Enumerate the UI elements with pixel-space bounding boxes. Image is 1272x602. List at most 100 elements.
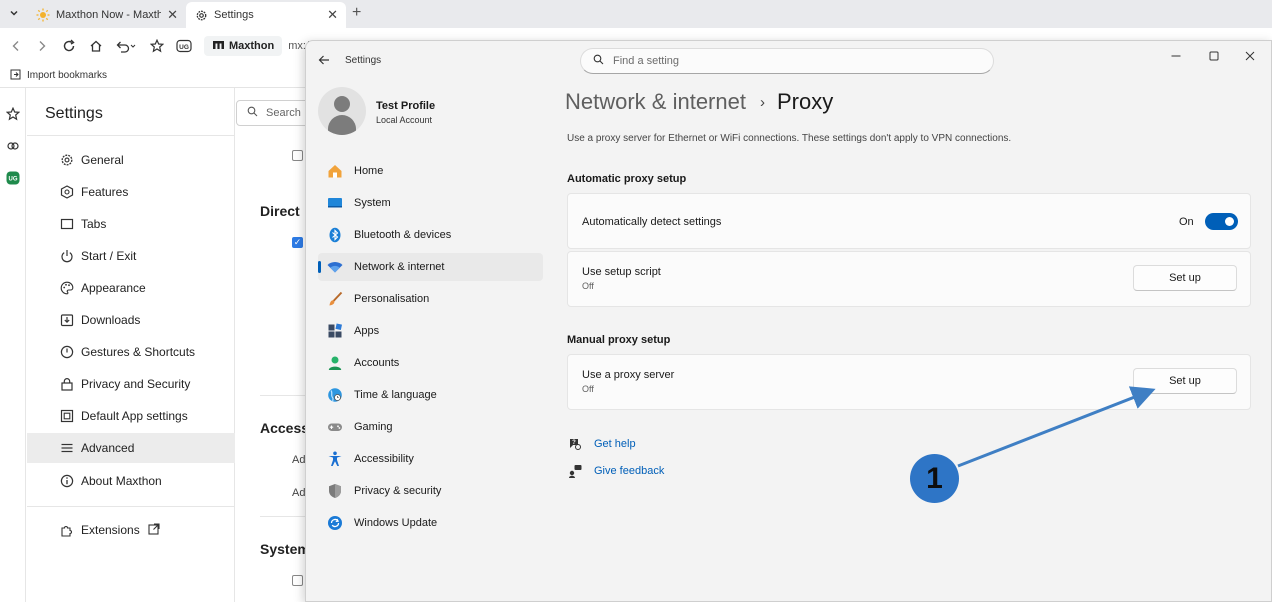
sidebar-item-label: About Maxthon	[81, 474, 162, 488]
lock-icon	[59, 376, 75, 392]
setup-script-button[interactable]: Set up	[1133, 265, 1237, 291]
user-profile[interactable]: Test Profile Local Account	[318, 87, 548, 137]
sidebar-item-downloads[interactable]: Downloads	[27, 305, 235, 335]
back-arrow-icon[interactable]	[318, 54, 330, 69]
nav-item-system[interactable]: System	[318, 189, 543, 217]
sidebar-item-features[interactable]: Features	[27, 177, 235, 207]
nav-item-accounts[interactable]: Accounts	[318, 349, 543, 377]
find-setting-search[interactable]: Find a setting	[580, 48, 994, 74]
sidebar-item-privacy-security[interactable]: Privacy and Security	[27, 369, 235, 399]
sidebar-item-about[interactable]: About Maxthon	[27, 466, 235, 496]
nav-item-network-internet[interactable]: Network & internet	[318, 253, 543, 281]
sidebar-item-label: General	[81, 153, 124, 167]
cloud-sync-icon[interactable]	[5, 138, 21, 154]
maximize-button[interactable]	[1203, 47, 1225, 65]
close-tab-icon[interactable]: ✕	[167, 7, 178, 23]
get-help-link[interactable]: ? Get help	[567, 436, 636, 452]
section-heading-automatic: Automatic proxy setup	[567, 173, 687, 185]
sidebar-item-extensions[interactable]: Extensions	[27, 515, 235, 545]
auto-detect-toggle[interactable]	[1205, 213, 1238, 230]
nav-item-gaming[interactable]: Gaming	[318, 413, 543, 441]
sidebar-item-label: Advanced	[81, 441, 135, 455]
nav-item-privacy-security[interactable]: Privacy & security	[318, 477, 543, 505]
sidebar-item-general[interactable]: General	[27, 145, 235, 175]
setting-checkbox[interactable]	[292, 575, 303, 586]
search-placeholder: Find a setting	[613, 55, 680, 67]
sidebar-item-tabs[interactable]: Tabs	[27, 209, 235, 239]
setting-checkbox-checked[interactable]: ✓	[292, 237, 303, 248]
setting-label: Ad	[292, 487, 306, 499]
auto-detect-label: Automatically detect settings	[582, 216, 722, 228]
give-feedback-link[interactable]: Give feedback	[567, 463, 664, 479]
divider	[260, 395, 306, 396]
sidebar-item-appearance[interactable]: Appearance	[27, 273, 235, 303]
section-heading-manual: Manual proxy setup	[567, 334, 671, 346]
reload-icon[interactable]	[59, 36, 79, 56]
import-bookmarks-link[interactable]: Import bookmarks	[27, 70, 107, 81]
power-icon	[59, 248, 75, 264]
undo-icon[interactable]	[112, 36, 140, 56]
advanced-icon	[59, 440, 75, 456]
nav-label: Accessibility	[354, 453, 414, 465]
nav-label: System	[354, 197, 391, 209]
tab-label: Settings	[214, 9, 254, 21]
back-icon[interactable]	[6, 36, 26, 56]
star-icon[interactable]	[147, 36, 167, 56]
sidebar-item-label: Start / Exit	[81, 249, 137, 263]
maxthon-logo-icon	[212, 39, 225, 53]
nav-item-home[interactable]: Home	[318, 157, 543, 185]
proxy-server-card: Use a proxy server Off Set up	[567, 354, 1251, 410]
forward-icon[interactable]	[32, 36, 52, 56]
sidebar-item-default-app[interactable]: Default App settings	[27, 401, 235, 431]
proxy-server-setup-button[interactable]: Set up	[1133, 368, 1237, 394]
browser-tab-maxthon-now[interactable]: Maxthon Now - Maxtho ✕	[28, 2, 186, 28]
section-heading-direct: Direct	[260, 203, 300, 219]
maxthon-settings-content: Direct ✓ Access Ad Ad System	[236, 88, 310, 602]
breadcrumb-parent-network[interactable]: Network & internet	[565, 89, 746, 115]
setup-script-card: Use setup script Off Set up	[567, 251, 1251, 307]
favorites-star-icon[interactable]	[5, 106, 21, 122]
app-title: Settings	[345, 55, 382, 66]
home-icon[interactable]	[86, 36, 106, 56]
get-help-label: Get help	[594, 438, 636, 450]
nav-item-apps[interactable]: Apps	[318, 317, 543, 345]
info-icon	[59, 473, 75, 489]
home-icon	[326, 163, 343, 180]
shield-icon	[326, 483, 343, 500]
nav-item-windows-update[interactable]: Windows Update	[318, 509, 543, 537]
minimize-button[interactable]	[1165, 47, 1187, 65]
proxy-server-label: Use a proxy server	[582, 369, 675, 381]
close-tab-icon[interactable]: ✕	[327, 7, 338, 23]
maxthon-settings-sidebar: Settings General Features Tabs Start / E…	[27, 88, 235, 602]
ug-extension-icon[interactable]: UG	[174, 36, 194, 56]
close-button[interactable]	[1239, 47, 1261, 65]
selected-indicator	[318, 261, 321, 273]
system-icon	[326, 195, 343, 212]
nav-item-personalisation[interactable]: Personalisation	[318, 285, 543, 313]
search-icon	[593, 54, 604, 68]
annotation-step-badge: 1	[910, 454, 959, 503]
search-icon	[247, 106, 258, 120]
tab-list-dropdown[interactable]	[4, 5, 24, 23]
nav-item-accessibility[interactable]: Accessibility	[318, 445, 543, 473]
divider	[27, 135, 235, 136]
sidebar-item-start-exit[interactable]: Start / Exit	[27, 241, 235, 271]
sidebar-item-label: Default App settings	[81, 409, 188, 423]
nav-item-time-language[interactable]: Time & language	[318, 381, 543, 409]
svg-text:UG: UG	[179, 44, 189, 51]
sidebar-item-gestures-shortcuts[interactable]: Gestures & Shortcuts	[27, 337, 235, 367]
setup-script-label: Use setup script	[582, 266, 661, 278]
download-icon	[59, 312, 75, 328]
setting-checkbox[interactable]	[292, 150, 303, 161]
browser-tab-settings[interactable]: Settings ✕	[186, 2, 346, 28]
globe-icon	[326, 387, 343, 404]
maxthon-search-input[interactable]: Search	[236, 100, 316, 126]
nav-item-bluetooth[interactable]: Bluetooth & devices	[318, 221, 543, 249]
new-tab-button[interactable]: +	[352, 4, 361, 22]
maxthon-address-badge: Maxthon	[204, 36, 283, 56]
ug-app-icon[interactable]: UG	[5, 170, 21, 186]
nav-label: Privacy & security	[354, 485, 442, 497]
sidebar-item-advanced[interactable]: Advanced	[27, 433, 235, 463]
sidebar-item-label: Appearance	[81, 281, 146, 295]
nav-label: Home	[354, 165, 384, 177]
